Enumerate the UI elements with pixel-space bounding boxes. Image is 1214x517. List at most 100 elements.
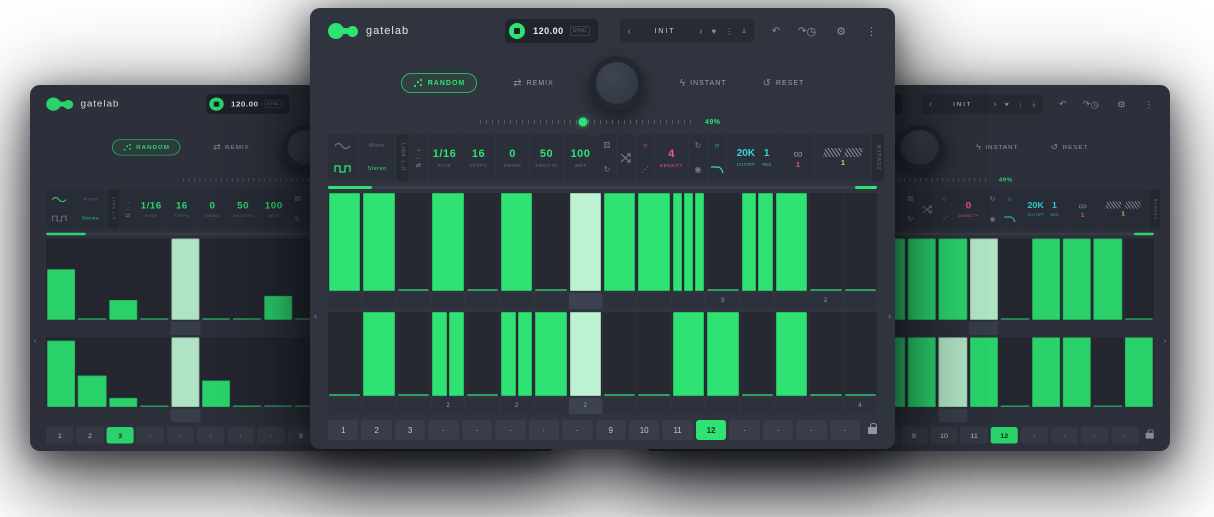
seq-step[interactable] (465, 312, 499, 396)
wet-control[interactable]: 100WET (564, 134, 597, 181)
gate-bar[interactable] (535, 312, 566, 396)
filter-curve-icon[interactable] (708, 158, 726, 182)
step-division-cell[interactable] (171, 322, 200, 335)
instant-button[interactable]: ϟ INSTANT (680, 78, 727, 89)
preset-name[interactable]: INIT (932, 101, 993, 107)
density-circle-icon[interactable]: ○ (943, 195, 947, 204)
step-division-cell[interactable] (47, 322, 76, 335)
undo-icon[interactable]: ↶ (1059, 100, 1067, 109)
step-division-cell[interactable] (969, 322, 998, 335)
step-division-cell[interactable] (78, 409, 107, 422)
seq-step[interactable] (138, 239, 169, 320)
seq-step[interactable] (740, 312, 774, 396)
step-number-button[interactable]: · (462, 420, 492, 440)
gate-bar[interactable] (742, 394, 773, 396)
step-number-button[interactable]: · (197, 427, 224, 444)
refresh-icon[interactable]: ↻ (604, 164, 611, 175)
step-number-button[interactable]: 1 (46, 427, 73, 444)
step-division-cell[interactable] (233, 409, 262, 422)
gate-bar[interactable] (202, 381, 230, 407)
gate-bar[interactable] (742, 193, 757, 291)
filter-refresh-icon[interactable]: ↻ (989, 195, 995, 204)
next-preset-button[interactable]: › (699, 26, 702, 37)
step-division-cell[interactable] (109, 322, 138, 335)
filter-circle-icon[interactable]: ○ (715, 140, 720, 151)
gate-bar[interactable] (1063, 337, 1091, 407)
reset-button[interactable]: ↺ RESET (1051, 143, 1089, 152)
step-division-cell[interactable] (604, 398, 636, 414)
gate-bar[interactable] (1094, 239, 1122, 320)
steps-control[interactable]: 16STEPS (462, 134, 495, 181)
gate-bar[interactable] (467, 289, 498, 291)
seq-step[interactable] (76, 337, 107, 407)
step-number-button[interactable]: 2 (361, 420, 391, 440)
density-scatter-icon[interactable]: ⋰ (641, 164, 649, 175)
gate-bar[interactable] (570, 193, 601, 291)
seq-step[interactable] (107, 239, 138, 320)
sync-toggle[interactable]: SYNC (264, 100, 282, 108)
gate-bar[interactable] (140, 318, 168, 320)
play-stop-button[interactable] (209, 97, 223, 110)
seq-step[interactable] (999, 337, 1030, 407)
step-division-cell[interactable] (466, 398, 498, 414)
seq-step[interactable] (430, 193, 464, 291)
bypass-toggle[interactable]: BYPASS (875, 145, 881, 171)
step-division-cell[interactable] (466, 293, 498, 309)
save-preset-icon[interactable]: ⤓ (742, 26, 746, 36)
step-number-button[interactable]: · (137, 427, 164, 444)
filter-refresh-icon[interactable]: ↻ (695, 140, 702, 151)
step-cells-top[interactable]: 32 (328, 293, 877, 309)
timer-icon[interactable]: ◷ (807, 25, 817, 38)
step-cells-bottom[interactable]: 2224 (328, 398, 877, 414)
step-division-cell[interactable] (969, 409, 998, 422)
scroll-right-arrow[interactable]: › (1164, 337, 1167, 345)
main-knob[interactable] (895, 125, 944, 170)
timer-icon[interactable]: ◷ (1090, 99, 1099, 110)
seq-step[interactable] (937, 337, 968, 407)
step-number-button[interactable]: · (1021, 427, 1048, 444)
step-number-button[interactable]: 10 (629, 420, 659, 440)
gate-bar[interactable] (776, 193, 807, 291)
scroll-left-arrow[interactable]: ‹ (34, 337, 37, 345)
gate-bar[interactable] (78, 376, 106, 407)
gate-bar[interactable] (78, 318, 106, 320)
step-division-cell[interactable] (1062, 409, 1091, 422)
density-scatter-icon[interactable]: ⋰ (941, 214, 948, 223)
seq-step[interactable] (76, 239, 107, 320)
seq-step[interactable] (169, 239, 200, 320)
seq-step[interactable] (1123, 337, 1154, 407)
sine-wave-button[interactable] (46, 190, 73, 210)
step-division-cell[interactable] (171, 409, 200, 422)
density-control[interactable]: 4DENSITY (655, 134, 688, 181)
seq-step[interactable] (568, 193, 602, 291)
step-number-button[interactable]: · (227, 427, 254, 444)
reset-button[interactable]: ↺ RESET (763, 78, 805, 89)
kebab-menu-icon[interactable]: ⋮ (1144, 99, 1154, 110)
gate-bar[interactable] (47, 269, 75, 319)
gate-bar[interactable] (264, 295, 292, 319)
filter-circle-icon[interactable]: ○ (1007, 195, 1011, 204)
gate-bar[interactable] (171, 239, 199, 320)
cutoff-control[interactable]: 20KCUTOFF (737, 148, 755, 167)
seq-step[interactable] (843, 312, 877, 396)
refresh-icon[interactable]: ↻ (295, 214, 301, 223)
step-number-button[interactable]: · (763, 420, 793, 440)
preset-name[interactable]: INIT (631, 28, 699, 35)
step-number-button[interactable]: 9 (596, 420, 626, 440)
gate-bar[interactable] (233, 405, 261, 407)
play-forward-button[interactable]: → (125, 200, 130, 205)
seq-step[interactable] (396, 193, 430, 291)
random-button[interactable]: RANDOM (401, 73, 478, 93)
mono-button[interactable]: Mono (83, 197, 97, 202)
step-number-button[interactable]: 11 (960, 427, 987, 444)
step-number-button[interactable]: 9 (900, 427, 927, 444)
seq-step[interactable] (262, 239, 293, 320)
gate-bar[interactable] (501, 193, 532, 291)
filter-target-icon[interactable]: ◉ (695, 164, 702, 175)
sequencer-scrollbar[interactable] (328, 186, 877, 189)
bpm-value[interactable]: 120.00 (533, 26, 564, 36)
seq-step[interactable] (1092, 337, 1123, 407)
save-preset-icon[interactable]: ⤓ (1032, 100, 1035, 108)
step-division-cell[interactable] (140, 322, 169, 335)
step-division-cell[interactable] (775, 293, 807, 309)
